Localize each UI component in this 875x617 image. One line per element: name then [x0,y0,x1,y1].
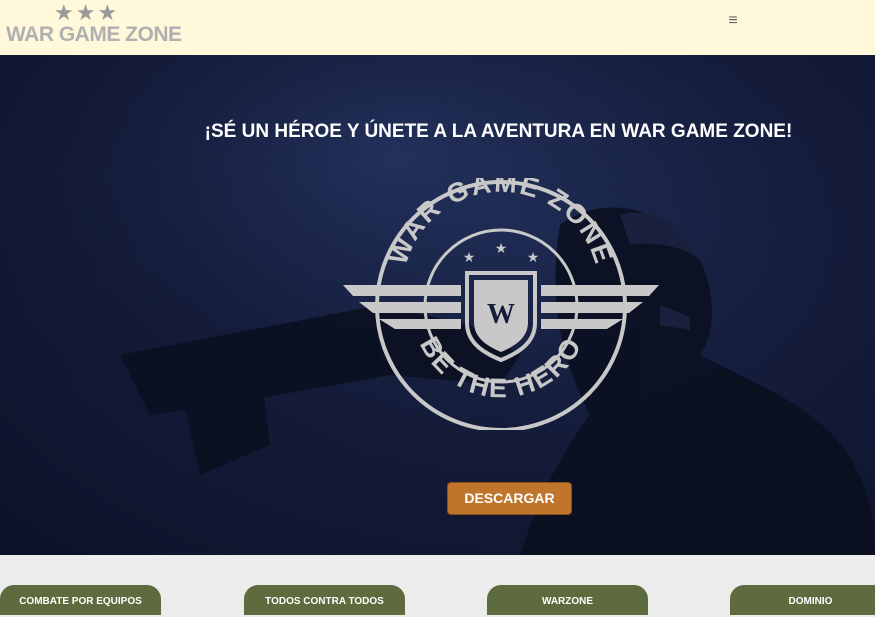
logo-stars-icon: ★★★ [54,0,120,25]
svg-text:★: ★ [463,250,476,266]
mode-button-free-for-all[interactable]: TODOS CONTRA TODOS [244,585,405,615]
mode-label: TODOS CONTRA TODOS [265,596,384,607]
hamburger-icon[interactable]: ≡ [724,12,742,30]
mode-label: DOMINIO [788,596,833,607]
mode-button-warzone[interactable]: WARZONE [487,585,648,615]
mode-button-team-combat[interactable]: COMBATE POR EQUIPOS [0,585,161,615]
svg-text:★: ★ [527,250,540,266]
download-button[interactable]: DESCARGAR [447,482,572,515]
site-logo[interactable]: ★★★ WAR GAME ZONE [6,2,206,48]
mode-label: COMBATE POR EQUIPOS [19,596,142,607]
emblem-monogram: W [487,299,515,330]
site-header: ★★★ WAR GAME ZONE ≡ [0,0,875,55]
emblem-stars-icon: ★ ★ ★ [463,241,540,266]
mode-button-domination[interactable]: DOMINIO [730,585,875,615]
mode-label: WARZONE [541,596,594,607]
svg-text:★: ★ [495,241,508,257]
hero-title: ¡SÉ UN HÉROE Y ÚNETE A LA AVENTURA EN WA… [204,121,793,142]
war-game-zone-emblem: WAR GAME ZONE BE THE HERO ★ ★ ★ W [343,178,659,430]
logo-text: WAR GAME ZONE [6,23,182,46]
hero-banner: ¡SÉ UN HÉROE Y ÚNETE A LA AVENTURA EN WA… [0,55,875,555]
